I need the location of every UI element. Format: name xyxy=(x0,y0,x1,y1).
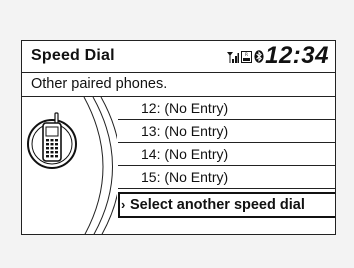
screen-title: Speed Dial xyxy=(31,47,115,64)
mobile-phone-icon xyxy=(27,112,77,169)
phone-graphic-area xyxy=(22,96,121,234)
list-item-label: 14: (No Entry) xyxy=(141,146,229,162)
subheader-text: Other paired phones. xyxy=(31,76,168,92)
selected-item-label: Select another speed dial xyxy=(130,197,305,213)
list-item[interactable]: 13: (No Entry) xyxy=(118,120,335,143)
roaming-icon: R xyxy=(241,51,252,63)
list-item[interactable]: 14: (No Entry) xyxy=(118,143,335,166)
list-item-label: 15: (No Entry) xyxy=(141,169,229,185)
status-icons: R xyxy=(227,50,264,63)
list-item[interactable]: 12: (No Entry) xyxy=(118,97,335,120)
select-another-speed-dial-item[interactable]: › Select another speed dial xyxy=(118,192,335,218)
subheader-bar: Other paired phones. xyxy=(22,73,335,97)
list-item-label: 12: (No Entry) xyxy=(141,100,229,116)
clock: 12:34 xyxy=(265,42,329,69)
header-bar: Speed Dial R 12:34 xyxy=(22,41,335,73)
chevron-right-icon: › xyxy=(121,197,126,212)
speed-dial-screen: Speed Dial R 12:34 Other paired phones. … xyxy=(21,40,336,235)
list-item[interactable]: 15: (No Entry) xyxy=(118,166,335,189)
speed-dial-list: 12: (No Entry) 13: (No Entry) 14: (No En… xyxy=(118,97,335,218)
svg-text:R: R xyxy=(245,52,248,57)
bluetooth-icon xyxy=(254,50,264,63)
list-item-label: 13: (No Entry) xyxy=(141,123,229,139)
signal-strength-icon xyxy=(227,52,239,63)
